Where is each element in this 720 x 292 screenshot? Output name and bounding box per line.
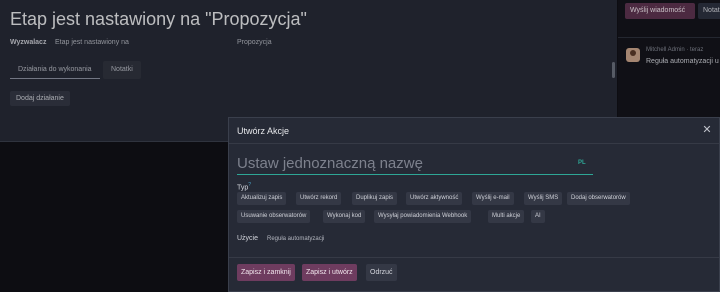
type-label-text: Typ <box>237 184 249 192</box>
type-option-create-activity[interactable]: Utwórz aktywność <box>406 192 463 205</box>
type-option-execute-code[interactable]: Wykonaj kod <box>323 210 366 223</box>
type-option-add-followers[interactable]: Dodaj obserwatorów <box>567 192 630 205</box>
type-option-remove-followers[interactable]: Usuwanie obserwatorów <box>237 210 311 223</box>
usage-value: Reguła automatyzacji <box>267 236 325 242</box>
type-option-ai[interactable]: AI <box>531 210 545 223</box>
dialog-header: Utwórz Akcje ✕ <box>229 118 719 144</box>
dialog-title: Utwórz Akcje <box>237 126 290 136</box>
language-button[interactable]: PL <box>578 160 586 166</box>
type-option-create-record[interactable]: Utwórz rekord <box>296 192 342 205</box>
create-action-dialog: Utwórz Akcje ✕ PL Typ? Aktualizuj zapis … <box>228 117 720 292</box>
action-name-field <box>237 153 593 175</box>
type-label: Typ? <box>237 182 251 191</box>
discard-button[interactable]: Odrzuć <box>366 264 397 281</box>
action-name-input[interactable] <box>237 153 567 173</box>
usage-label: Użycie <box>237 235 259 242</box>
type-option-send-webhook[interactable]: Wysyłaj powiadomienia Webhook <box>374 210 472 223</box>
type-option-multi-actions[interactable]: Multi akcje <box>488 210 525 223</box>
close-icon[interactable]: ✕ <box>701 124 713 136</box>
save-new-button[interactable]: Zapisz i utwórz <box>302 264 357 281</box>
help-icon[interactable]: ? <box>248 182 251 188</box>
type-option-send-sms[interactable]: Wyślij SMS <box>524 192 563 205</box>
type-option-send-email[interactable]: Wyślij e-mail <box>472 192 514 205</box>
type-option-duplicate-record[interactable]: Duplikuj zapis <box>352 192 398 205</box>
type-option-update-record[interactable]: Aktualizuj zapis <box>237 192 287 205</box>
dialog-footer-divider <box>229 257 719 258</box>
save-close-button[interactable]: Zapisz i zamknij <box>237 264 295 281</box>
